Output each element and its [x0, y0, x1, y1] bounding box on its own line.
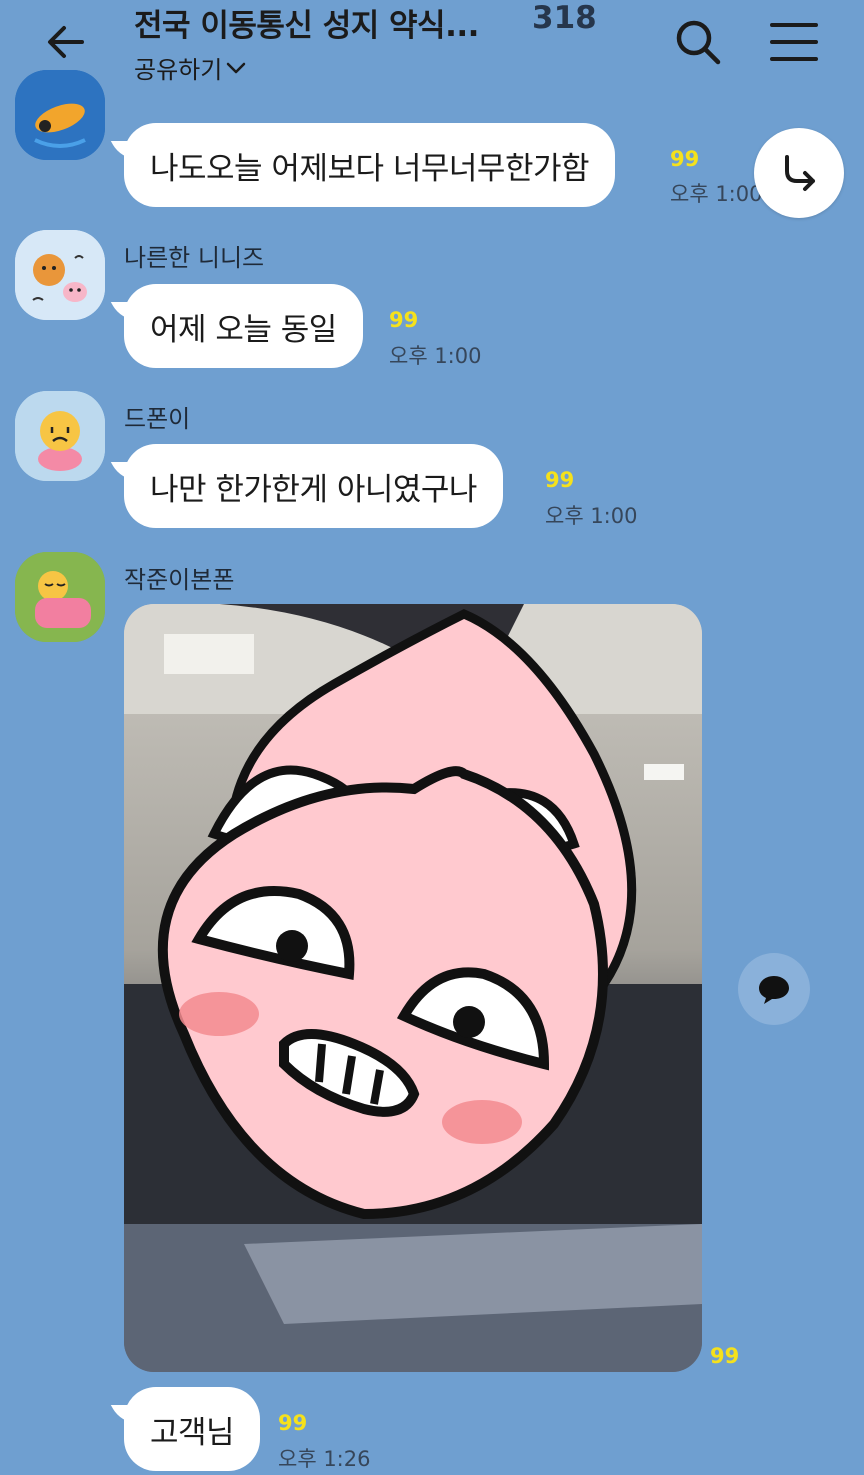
message-bubble[interactable]: 나도오늘 어제보다 너무너무한가함 — [124, 123, 616, 207]
back-button[interactable] — [38, 14, 94, 70]
member-count: 318 — [532, 0, 597, 36]
message-time: 오후 1:00 — [545, 504, 638, 528]
chat-header: 전국 이동통신 성지 약식... 318 공유하기 — [0, 0, 864, 100]
apeach-sticker-image — [124, 604, 702, 1372]
message-time: 오후 1:00 — [670, 182, 763, 206]
message-text: 나도오늘 어제보다 너무너무한가함 — [150, 150, 590, 187]
hamburger-menu-icon — [770, 23, 818, 61]
message-text: 고객님 — [150, 1414, 235, 1451]
avatar[interactable] — [15, 230, 105, 320]
sender-name: 드폰이 — [124, 405, 191, 433]
chevron-down-icon — [227, 62, 246, 73]
search-button[interactable] — [668, 12, 728, 72]
unread-count: 99 — [710, 1344, 740, 1368]
forward-share-icon — [785, 155, 815, 191]
message-bubble[interactable]: 고객님 — [124, 1387, 261, 1471]
comment-button[interactable] — [738, 953, 810, 1025]
sender-name: 작준이본폰 — [124, 566, 235, 594]
menu-button[interactable] — [764, 12, 824, 72]
share-label: 공유하기 — [134, 56, 223, 84]
unread-count: 99 — [545, 468, 575, 492]
unread-count: 99 — [389, 308, 419, 332]
chat-room-title[interactable]: 전국 이동통신 성지 약식... — [134, 0, 479, 45]
message-time: 오후 1:00 — [389, 344, 482, 368]
share-dropdown[interactable]: 공유하기 — [134, 50, 248, 85]
message-text: 나만 한가한게 아니였구나 — [150, 471, 477, 508]
search-icon — [676, 20, 721, 65]
comment-bubble-icon — [759, 976, 789, 1004]
message-time: 오후 1:26 — [278, 1447, 371, 1471]
unread-count: 99 — [670, 147, 700, 171]
message-bubble[interactable]: 나만 한가한게 아니였구나 — [124, 444, 503, 528]
photo-message[interactable] — [124, 604, 702, 1372]
sender-name: 나른한 니니즈 — [124, 244, 265, 272]
unread-count: 99 — [278, 1411, 308, 1435]
message-text: 어제 오늘 동일 — [150, 311, 337, 348]
avatar[interactable] — [15, 552, 105, 642]
avatar[interactable] — [15, 391, 105, 481]
back-arrow-icon — [48, 26, 84, 58]
forward-button[interactable] — [754, 128, 844, 218]
message-bubble[interactable]: 어제 오늘 동일 — [124, 284, 363, 368]
